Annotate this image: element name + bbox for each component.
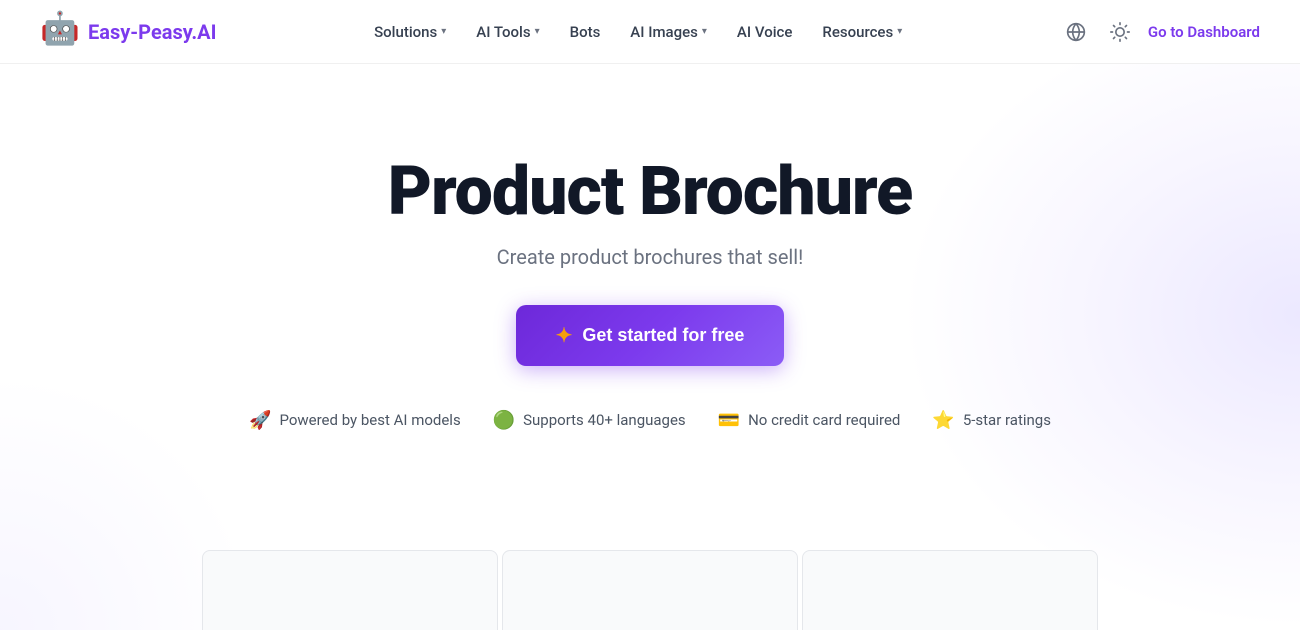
hero-section: Product Brochure Create product brochure… — [0, 64, 1300, 431]
feature-no-credit-card: 💳 No credit card required — [718, 410, 901, 431]
nav-item-ai-tools[interactable]: AI Tools ▾ — [464, 17, 551, 47]
nav-item-ai-voice[interactable]: AI Voice — [725, 17, 804, 47]
feature-languages: 🟢 Supports 40+ languages — [493, 410, 686, 431]
hero-title: Product Brochure — [388, 154, 912, 229]
go-to-dashboard-button[interactable]: Go to Dashboard — [1148, 23, 1260, 41]
chevron-down-icon: ▾ — [441, 26, 446, 37]
logo-icon: 🤖 — [40, 12, 80, 52]
navbar-actions: Go to Dashboard — [1060, 16, 1260, 48]
globe-green-icon: 🟢 — [493, 410, 515, 431]
preview-card-2 — [502, 550, 798, 630]
preview-card-3 — [802, 550, 1098, 630]
globe-icon[interactable] — [1060, 16, 1092, 48]
star-icon: ⭐ — [932, 410, 954, 431]
cards-preview — [200, 550, 1100, 630]
nav-menu: Solutions ▾ AI Tools ▾ Bots AI Images ▾ … — [362, 17, 914, 47]
feature-ai-models: 🚀 Powered by best AI models — [249, 410, 461, 431]
nav-item-ai-images[interactable]: AI Images ▾ — [618, 17, 719, 47]
theme-toggle-icon[interactable] — [1104, 16, 1136, 48]
navbar: 🤖 Easy-Peasy.AI Solutions ▾ AI Tools ▾ B… — [0, 0, 1300, 64]
chevron-down-icon: ▾ — [535, 26, 540, 37]
logo-text: Easy-Peasy.AI — [88, 20, 216, 44]
rocket-icon: 🚀 — [249, 410, 271, 431]
features-row: 🚀 Powered by best AI models 🟢 Supports 4… — [249, 410, 1051, 431]
preview-card-1 — [202, 550, 498, 630]
nav-item-solutions[interactable]: Solutions ▾ — [362, 17, 458, 47]
logo[interactable]: 🤖 Easy-Peasy.AI — [40, 12, 216, 52]
nav-item-bots[interactable]: Bots — [558, 17, 613, 47]
get-started-button[interactable]: ✦ Get started for free — [516, 305, 785, 366]
hero-subtitle: Create product brochures that sell! — [497, 245, 804, 269]
feature-ratings: ⭐ 5-star ratings — [932, 410, 1051, 431]
nav-item-resources[interactable]: Resources ▾ — [810, 17, 914, 47]
sparkle-icon: ✦ — [556, 323, 573, 348]
chevron-down-icon: ▾ — [702, 26, 707, 37]
credit-card-icon: 💳 — [718, 410, 740, 431]
chevron-down-icon: ▾ — [897, 26, 902, 37]
